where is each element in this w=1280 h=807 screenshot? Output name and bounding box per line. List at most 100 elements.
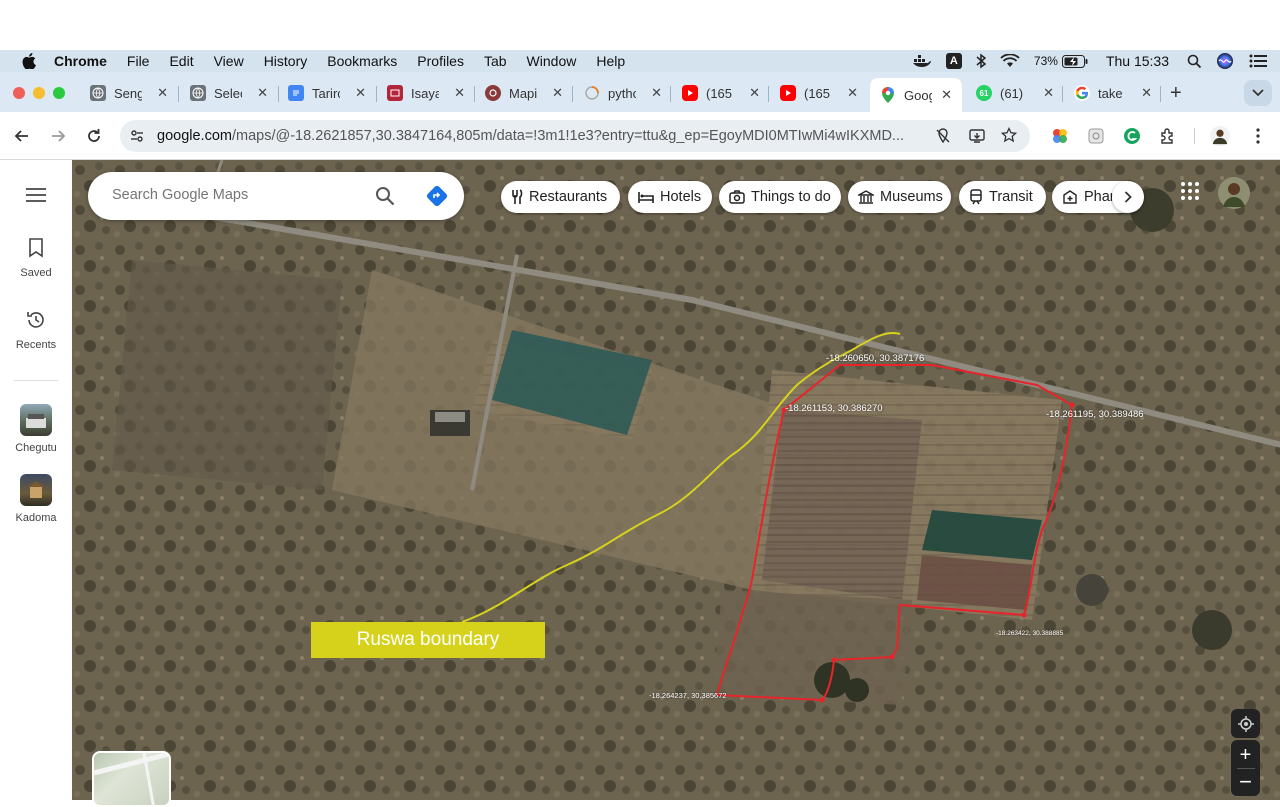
tab-title: Isaya: [411, 85, 439, 101]
install-app-icon[interactable]: [969, 128, 985, 149]
menu-file[interactable]: File: [127, 53, 150, 69]
chips-next-button[interactable]: [1112, 181, 1144, 213]
menu-tab[interactable]: Tab: [484, 53, 507, 69]
pharmacy-icon: [1062, 189, 1078, 205]
layers-toggle-button[interactable]: [92, 751, 171, 807]
tab-close-icon[interactable]: ✕: [157, 85, 168, 101]
train-icon: [969, 189, 983, 205]
tab-close-icon[interactable]: ✕: [1043, 85, 1054, 101]
tab-close-icon[interactable]: ✕: [941, 87, 952, 103]
browser-tab[interactable]: Isaya ✕: [387, 78, 465, 108]
chip-label: Phar: [1084, 189, 1115, 205]
chip-restaurants[interactable]: Restaurants: [501, 181, 620, 213]
window-close-button[interactable]: [13, 87, 25, 99]
window-minimize-button[interactable]: [33, 87, 45, 99]
spotlight-search-icon[interactable]: [1187, 54, 1202, 69]
reload-icon: [88, 129, 100, 142]
search-input[interactable]: [112, 187, 362, 203]
new-tab-button[interactable]: +: [1170, 82, 1182, 105]
chip-transit[interactable]: Transit: [959, 181, 1046, 213]
tab-close-icon[interactable]: ✕: [552, 85, 563, 101]
forward-button[interactable]: [48, 126, 68, 146]
input-source-icon[interactable]: A: [945, 53, 962, 69]
youtube-icon: [780, 85, 796, 101]
tab-close-icon[interactable]: ✕: [847, 85, 858, 101]
tab-search-button[interactable]: [1244, 80, 1272, 106]
grammarly-icon[interactable]: [1122, 126, 1142, 146]
browser-tab[interactable]: Tarirc ✕: [288, 78, 366, 108]
sidebar-item-recents[interactable]: Recents: [0, 310, 72, 351]
menu-bookmarks[interactable]: Bookmarks: [327, 53, 397, 69]
address-bar[interactable]: google.com/maps/@-18.2621857,30.3847164,…: [120, 120, 1030, 152]
browser-tab[interactable]: pytho ✕: [584, 78, 662, 108]
account-avatar[interactable]: [1218, 177, 1250, 214]
browser-tab[interactable]: (165 ✕: [780, 78, 858, 108]
menu-profiles[interactable]: Profiles: [417, 53, 464, 69]
menu-help[interactable]: Help: [596, 53, 625, 69]
tab-close-icon[interactable]: ✕: [355, 85, 366, 101]
browser-tab[interactable]: take ✕: [1074, 78, 1152, 108]
menu-history[interactable]: History: [264, 53, 308, 69]
sidebar-item-saved[interactable]: Saved: [0, 238, 72, 279]
menu-app-name[interactable]: Chrome: [54, 53, 107, 69]
my-location-button[interactable]: [1231, 709, 1260, 738]
arrow-right-icon: [52, 130, 66, 142]
tab-close-icon[interactable]: ✕: [749, 85, 760, 101]
siri-icon[interactable]: [1216, 52, 1234, 70]
menu-edit[interactable]: Edit: [169, 53, 193, 69]
chip-label: Museums: [880, 189, 943, 205]
satellite-map[interactable]: -18.260650, 30.387176 -18.261153, 30.386…: [72, 160, 1280, 800]
bluetooth-icon[interactable]: [976, 53, 986, 69]
browser-tab[interactable]: (165 ✕: [682, 78, 760, 108]
color-picker-extension-icon[interactable]: [1050, 126, 1070, 146]
bookmark-star-icon[interactable]: [1000, 126, 1018, 148]
search-icon[interactable]: [375, 186, 395, 211]
google-apps-icon[interactable]: [1180, 181, 1200, 206]
battery-icon: [1061, 54, 1088, 68]
history-icon: [27, 312, 44, 328]
zoom-out-button[interactable]: −: [1239, 769, 1252, 795]
crosshair-icon: [1237, 715, 1254, 732]
menu-window[interactable]: Window: [527, 53, 577, 69]
chip-things-to-do[interactable]: Things to do: [719, 181, 841, 213]
tab-close-icon[interactable]: ✕: [257, 85, 268, 101]
back-button[interactable]: [12, 126, 32, 146]
tab-close-icon[interactable]: ✕: [651, 85, 662, 101]
directions-icon[interactable]: [426, 185, 448, 212]
browser-tab[interactable]: Mapi ✕: [485, 78, 563, 108]
battery-status[interactable]: 73%: [1034, 54, 1088, 68]
property-boundary: [715, 364, 1074, 702]
profile-avatar[interactable]: [1210, 126, 1230, 146]
location-blocked-icon[interactable]: [935, 128, 951, 149]
maps-pin-icon: [880, 87, 896, 103]
extensions-puzzle-icon[interactable]: [1158, 126, 1178, 146]
browser-tab[interactable]: 61 (61) ✕: [976, 78, 1054, 108]
maps-sidebar: Saved Recents Chegutu Kadoma: [0, 160, 72, 800]
chip-museums[interactable]: Museums: [848, 181, 951, 213]
more-menu-icon[interactable]: [1248, 126, 1268, 146]
wifi-icon[interactable]: [1000, 54, 1020, 68]
browser-tab[interactable]: Seng ✕: [90, 78, 168, 108]
browser-tab[interactable]: Selec ✕: [190, 78, 268, 108]
apple-icon[interactable]: [20, 52, 38, 70]
url-text[interactable]: google.com/maps/@-18.2621857,30.3847164,…: [157, 128, 925, 144]
tab-title: (165: [706, 85, 733, 101]
sidebar-item-chegutu[interactable]: Chegutu: [0, 404, 72, 454]
reload-button[interactable]: [84, 126, 104, 146]
window-zoom-button[interactable]: [53, 87, 65, 99]
menu-clock[interactable]: Thu 15:33: [1106, 53, 1169, 69]
control-center-icon[interactable]: [1248, 54, 1268, 68]
tab-close-icon[interactable]: ✕: [1141, 85, 1152, 101]
sidebar-item-kadoma[interactable]: Kadoma: [0, 474, 72, 524]
zoom-in-button[interactable]: +: [1240, 742, 1252, 768]
menu-view[interactable]: View: [214, 53, 244, 69]
browser-tab-active[interactable]: Goog ✕: [870, 78, 962, 112]
bookmark-icon: [29, 238, 43, 258]
tab-divider: [376, 86, 377, 102]
tab-close-icon[interactable]: ✕: [454, 85, 465, 101]
extension-icon[interactable]: [1086, 126, 1106, 146]
docker-icon[interactable]: [912, 54, 932, 68]
site-settings-icon[interactable]: [129, 128, 145, 149]
chip-hotels[interactable]: Hotels: [628, 181, 712, 213]
hamburger-menu-icon[interactable]: [26, 188, 46, 207]
